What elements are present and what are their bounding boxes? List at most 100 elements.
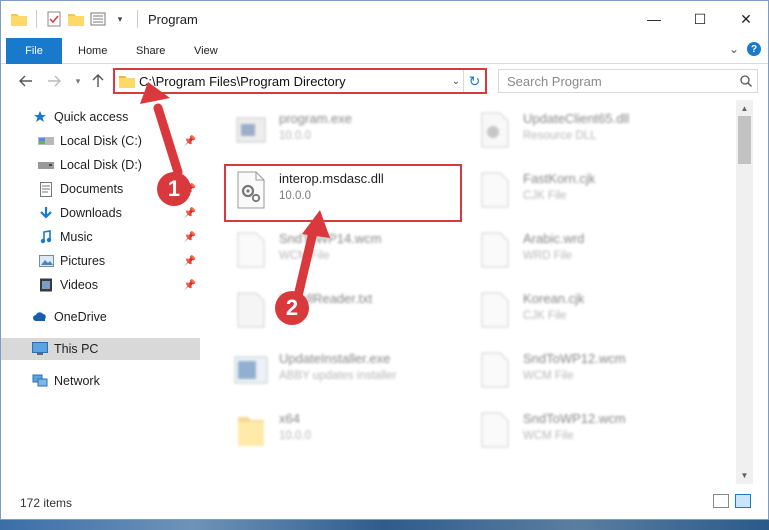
sidebar-item-pictures[interactable]: Pictures 📌 <box>0 250 200 272</box>
close-button[interactable]: ✕ <box>723 0 769 38</box>
dll-file-icon <box>475 108 515 152</box>
file-icon <box>231 228 271 272</box>
folder-icon <box>231 408 271 452</box>
desktop-background <box>0 520 769 530</box>
file-item[interactable]: x64 10.0.0 <box>231 408 471 456</box>
file-name: program.exe <box>279 111 352 126</box>
item-count: 172 items <box>20 496 73 510</box>
text-file-icon <box>231 288 271 332</box>
navigation-pane: Quick access Local Disk (C:) 📌 Local Dis… <box>0 100 203 484</box>
scroll-up-icon[interactable]: ▲ <box>736 100 753 117</box>
properties-icon[interactable] <box>45 10 63 28</box>
new-folder-icon[interactable] <box>67 10 85 28</box>
file-detail: WCM File <box>279 250 330 262</box>
refresh-icon[interactable]: ↻ <box>463 70 485 92</box>
sidebar-item-label: Documents <box>60 182 124 196</box>
help-icon[interactable]: ? <box>747 42 761 56</box>
tab-share[interactable]: Share <box>122 38 179 64</box>
videos-icon <box>38 277 54 293</box>
address-bar[interactable]: C:\Program Files\Program Directory ⌄ ↻ <box>113 68 487 94</box>
target-file-highlight <box>224 164 462 222</box>
pin-icon[interactable]: 📌 <box>184 280 196 291</box>
address-path[interactable]: C:\Program Files\Program Directory <box>139 74 449 89</box>
view-options-icon[interactable] <box>89 10 107 28</box>
file-item[interactable]: UpdateInstaller.exe ABBY updates installe… <box>231 348 471 396</box>
file-name: FastKorn.cjk <box>523 171 596 186</box>
pin-icon[interactable]: 📌 <box>184 232 196 243</box>
file-icon <box>475 408 515 452</box>
customize-toolbar-icon[interactable]: ▾ <box>111 10 129 28</box>
tab-view[interactable]: View <box>180 38 232 64</box>
address-dropdown-icon[interactable]: ⌄ <box>449 76 463 87</box>
maximize-button[interactable]: ☐ <box>677 0 723 38</box>
sidebar-item-this-pc[interactable]: This PC <box>0 338 200 360</box>
file-name: UpdateClient65.dll <box>523 111 630 126</box>
search-input[interactable] <box>499 73 735 89</box>
scroll-down-icon[interactable]: ▼ <box>736 467 753 484</box>
toolbar-divider <box>36 10 37 28</box>
file-item[interactable]: InstallReader.txtText <box>231 288 471 336</box>
folder-icon <box>10 10 28 28</box>
sidebar-item-local-disk-c[interactable]: Local Disk (C:) 📌 <box>0 130 200 152</box>
file-item[interactable]: SndToWP12.wcm WCM File <box>475 348 715 396</box>
search-box[interactable] <box>498 69 758 93</box>
large-icons-view-icon[interactable] <box>735 494 751 508</box>
file-detail: CJK File <box>523 310 567 322</box>
pin-icon[interactable]: 📌 <box>184 136 196 147</box>
vertical-scrollbar[interactable]: ▲ ▼ <box>736 100 753 484</box>
file-item[interactable]: SndToWP12.wcm WCM File <box>475 408 715 456</box>
pin-icon[interactable]: 📌 <box>184 208 196 219</box>
file-item[interactable]: Arabic.wrd WRD File <box>475 228 715 276</box>
sidebar-item-videos[interactable]: Videos 📌 <box>0 274 200 296</box>
tab-home[interactable]: Home <box>64 38 121 64</box>
file-detail: CJK File <box>523 190 567 202</box>
search-icon[interactable] <box>735 75 757 87</box>
file-name: Arabic.wrd <box>523 231 585 246</box>
toolbar-divider <box>137 10 138 28</box>
sidebar-item-label: OneDrive <box>54 310 107 324</box>
sidebar-item-label: Pictures <box>60 254 106 268</box>
sidebar-item-music[interactable]: Music 📌 <box>0 226 200 248</box>
download-icon <box>38 205 54 221</box>
sidebar-item-label: Local Disk (C:) <box>60 134 142 148</box>
tab-file[interactable]: File <box>6 38 62 64</box>
address-row: ▾ C:\Program Files\Program Directory ⌄ ↻ <box>0 64 769 98</box>
file-item[interactable]: Korean.cjk CJK File <box>475 288 715 336</box>
pin-icon[interactable]: 📌 <box>184 256 196 267</box>
star-icon <box>32 109 48 125</box>
sidebar-item-network[interactable]: Network <box>0 370 200 392</box>
expand-ribbon-icon[interactable]: ⌄ <box>729 42 739 56</box>
up-arrow-icon[interactable] <box>88 71 108 91</box>
computer-icon <box>32 341 48 357</box>
sidebar-item-label: This PC <box>54 342 99 356</box>
file-item[interactable]: program.exe 10.0.0 <box>231 108 471 156</box>
file-icon <box>475 288 515 332</box>
file-name: UpdateInstaller.exe <box>279 351 391 366</box>
sidebar-item-onedrive[interactable]: OneDrive <box>0 306 200 328</box>
file-item[interactable]: UpdateClient65.dll Resource DLL <box>475 108 715 156</box>
step-1-badge: 1 <box>157 172 191 206</box>
file-icon <box>475 348 515 392</box>
file-detail: WCM File <box>523 370 574 382</box>
drive-icon <box>38 133 54 149</box>
file-detail: 10.0.0 <box>279 130 311 142</box>
step-2-badge: 2 <box>275 291 309 325</box>
forward-arrow-icon[interactable] <box>44 71 64 91</box>
title-bar: ▾ Program — ☐ ✕ <box>0 0 769 38</box>
music-icon <box>38 229 54 245</box>
scroll-thumb[interactable] <box>738 116 751 164</box>
sidebar-item-quick-access[interactable]: Quick access <box>0 106 200 128</box>
details-view-icon[interactable] <box>713 494 729 508</box>
file-item[interactable]: FastKorn.cjk CJK File <box>475 168 715 216</box>
folder-icon <box>119 75 135 88</box>
exe-file-icon <box>231 108 271 152</box>
recent-locations-icon[interactable]: ▾ <box>68 71 88 91</box>
minimize-button[interactable]: — <box>631 0 677 38</box>
file-name: x64 <box>279 411 300 426</box>
file-detail: Resource DLL <box>523 130 597 142</box>
back-arrow-icon[interactable] <box>16 71 36 91</box>
file-item[interactable]: SndToWP14.wcm WCM File <box>231 228 471 276</box>
cloud-icon <box>32 309 48 325</box>
sidebar-item-label: Music <box>60 230 93 244</box>
file-icon <box>475 168 515 212</box>
